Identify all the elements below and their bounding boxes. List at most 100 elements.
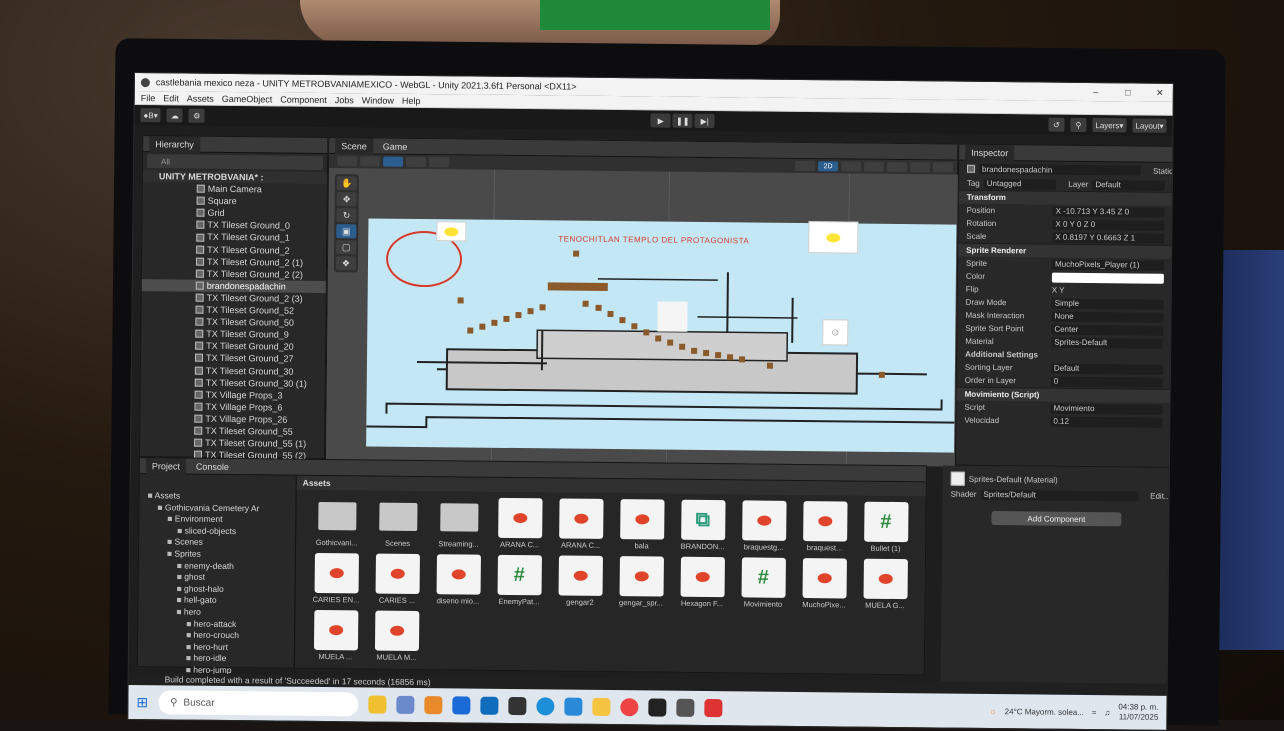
asset-item[interactable]: CARIES ... xyxy=(366,553,428,605)
close-icon[interactable]: ✕ xyxy=(1147,87,1173,98)
menu-jobs[interactable]: Jobs xyxy=(335,95,354,105)
tab-hierarchy[interactable]: Hierarchy xyxy=(149,136,200,153)
wifi-icon[interactable]: ≈ xyxy=(1092,708,1096,717)
play-button[interactable]: ▶ xyxy=(651,113,671,127)
asset-item[interactable]: #Bullet (1) xyxy=(855,502,917,554)
draw-mode-dropdown[interactable]: Simple xyxy=(1052,298,1164,309)
static-toggle[interactable]: Static xyxy=(1153,166,1173,175)
asset-item[interactable]: ⧉BRANDON... xyxy=(672,500,734,552)
asset-item[interactable]: #Movimiento xyxy=(732,557,794,609)
tab-console[interactable]: Console xyxy=(190,458,235,474)
tab-scene[interactable]: Scene xyxy=(335,138,373,154)
edit-shader-button[interactable]: Edit... xyxy=(1150,492,1171,501)
asset-item[interactable]: ARANA C... xyxy=(489,498,551,550)
menu-file[interactable]: File xyxy=(141,93,156,103)
sprite-field[interactable]: MuchoPixels_Player (1) xyxy=(1052,259,1164,270)
sort-point-dropdown[interactable]: Center xyxy=(1051,324,1163,335)
edge-icon[interactable] xyxy=(536,697,554,715)
menu-edit[interactable]: Edit xyxy=(163,93,179,103)
history-icon[interactable]: ↺ xyxy=(1048,118,1064,132)
search-icon[interactable]: ⚲ xyxy=(1070,118,1086,132)
unity-icon[interactable] xyxy=(676,699,694,717)
widgets-icon[interactable] xyxy=(396,696,414,714)
scene-tool-light[interactable] xyxy=(841,161,861,171)
tag-dropdown[interactable]: Untagged xyxy=(984,178,1057,189)
weather-text[interactable]: 24°C Mayorm. solea... xyxy=(1005,707,1084,717)
asset-item[interactable]: gengar2 xyxy=(549,555,611,607)
scene-tool-camera[interactable] xyxy=(933,162,953,172)
step-button[interactable]: ▶| xyxy=(695,114,715,128)
tab-project[interactable]: Project xyxy=(146,458,186,474)
chrome-icon[interactable] xyxy=(620,698,638,716)
hierarchy-search[interactable]: All xyxy=(147,154,323,170)
windows-start-icon[interactable]: ⊞ xyxy=(136,694,148,711)
scale-tool-icon[interactable]: ▣ xyxy=(336,224,356,238)
flip-toggles[interactable]: X Y xyxy=(1052,286,1065,295)
tab-inspector[interactable]: Inspector xyxy=(965,144,1014,161)
mask-dropdown[interactable]: None xyxy=(1051,311,1163,322)
scene-viewport[interactable]: TENOCHITLAN TEMPLO DEL PROTAGONISTA ☺ ✋ … xyxy=(326,168,959,467)
scene-tool-visibility[interactable] xyxy=(910,162,930,172)
scene-tool-increment[interactable] xyxy=(429,157,449,167)
sorting-layer-dropdown[interactable]: Default xyxy=(1051,363,1163,374)
asset-item[interactable]: MuchoPixe... xyxy=(793,558,855,610)
asset-item[interactable]: CARIES EN... xyxy=(305,553,367,605)
velocidad-field[interactable]: 0.12 xyxy=(1050,416,1162,427)
scene-tool-audio[interactable] xyxy=(864,162,884,172)
collab-icon[interactable]: ⚙ xyxy=(189,109,205,123)
scene-tool-snap[interactable] xyxy=(406,157,426,167)
hand-tool-icon[interactable]: ✋ xyxy=(337,176,357,190)
file-explorer-icon[interactable] xyxy=(592,698,610,716)
photos-icon[interactable] xyxy=(704,699,722,717)
scene-tool-shading[interactable] xyxy=(337,156,357,166)
menu-gameobject[interactable]: GameObject xyxy=(222,93,273,104)
scale-field[interactable]: X 0.8197 Y 0.6663 Z 1 xyxy=(1052,232,1164,243)
asset-item[interactable]: Scenes xyxy=(367,496,429,548)
asset-item[interactable]: braquest... xyxy=(794,501,856,553)
app-icon[interactable] xyxy=(648,698,666,716)
store-icon[interactable] xyxy=(564,698,582,716)
account-button[interactable]: ● B ▾ xyxy=(140,108,160,122)
shader-dropdown[interactable]: Sprites/Default xyxy=(980,489,1138,501)
scene-root[interactable]: UNITY METROBVANIA* : xyxy=(143,170,327,184)
asset-item[interactable]: gengar_spr... xyxy=(610,556,672,608)
asset-item[interactable]: ARANA C... xyxy=(550,498,612,550)
scene-tool-grid[interactable] xyxy=(383,157,403,167)
cloud-icon[interactable]: ☁ xyxy=(167,108,183,122)
layer-dropdown[interactable]: Default xyxy=(1092,180,1165,191)
asset-item[interactable]: bala xyxy=(611,499,673,551)
unity-hub-icon[interactable] xyxy=(508,697,526,715)
copilot-icon[interactable] xyxy=(424,696,442,714)
minimize-icon[interactable]: – xyxy=(1083,87,1109,97)
asset-item[interactable]: MUELA ... xyxy=(305,610,367,662)
asset-item[interactable]: Hexagon F... xyxy=(671,557,733,609)
menu-window[interactable]: Window xyxy=(362,95,394,105)
color-field[interactable] xyxy=(1052,272,1164,283)
scene-tool-render[interactable] xyxy=(360,156,380,166)
tab-game[interactable]: Game xyxy=(377,138,414,154)
asset-item[interactable]: MUELA M... xyxy=(366,610,428,662)
scene-tool-2d[interactable]: 2D xyxy=(818,161,838,171)
transform-tool-icon[interactable]: ❖ xyxy=(336,256,356,270)
asset-item[interactable]: diseno mio... xyxy=(427,554,489,606)
volume-icon[interactable]: ♫ xyxy=(1104,708,1110,717)
layout-dropdown[interactable]: Layout ▾ xyxy=(1132,118,1166,132)
menu-assets[interactable]: Assets xyxy=(187,93,214,103)
folder-tree-item[interactable]: ■ Gothicvania Cemetery Ar xyxy=(139,502,295,515)
layers-dropdown[interactable]: Layers ▾ xyxy=(1092,118,1126,132)
asset-item[interactable]: #EnemyPat... xyxy=(488,555,550,607)
asset-item[interactable]: MUELA G... xyxy=(854,559,916,611)
outlook-icon[interactable] xyxy=(480,697,498,715)
scene-tool-fx[interactable] xyxy=(887,162,907,172)
add-component-button[interactable]: Add Component xyxy=(991,511,1121,526)
menu-component[interactable]: Component xyxy=(280,94,327,104)
asset-item[interactable]: Streaming... xyxy=(428,497,490,549)
maximize-icon[interactable]: □ xyxy=(1115,87,1141,97)
asset-item[interactable]: Gothicvani... xyxy=(306,496,368,548)
object-name-field[interactable]: brandonespadachin xyxy=(979,164,1141,176)
rotation-field[interactable]: X 0 Y 0 Z 0 xyxy=(1052,219,1164,230)
taskbar-search[interactable]: ⚲ Buscar xyxy=(158,690,358,716)
pause-button[interactable]: ❚❚ xyxy=(673,114,693,128)
asset-item[interactable]: braquestg... xyxy=(733,500,795,552)
order-field[interactable]: 0 xyxy=(1051,376,1163,387)
